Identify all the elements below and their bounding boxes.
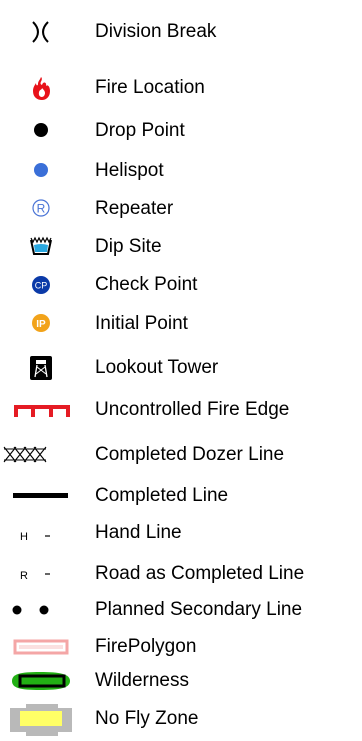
no-fly-zone-icon: [0, 702, 90, 736]
legend-label: Planned Secondary Line: [95, 599, 303, 620]
legend-label: Uncontrolled Fire Edge: [95, 399, 290, 420]
legend-item-drop-point: Drop Point: [0, 116, 362, 146]
initial-point-icon: IP: [0, 309, 90, 339]
legend-label: Repeater: [95, 198, 174, 219]
legend-label: Drop Point: [95, 120, 185, 141]
legend-label: Dip Site: [95, 236, 162, 257]
legend-item-fire-polygon: FirePolygon: [0, 632, 362, 662]
division-break-icon: [0, 17, 90, 47]
legend-label: FirePolygon: [95, 636, 197, 657]
wilderness-icon: [0, 666, 90, 696]
uncontrolled-fire-edge-icon: [0, 395, 90, 425]
legend-item-dip-site: Dip Site: [0, 232, 362, 262]
drop-point-icon: [0, 116, 90, 146]
legend-label: Completed Dozer Line: [95, 444, 285, 465]
completed-line-icon: [0, 481, 90, 511]
check-point-icon: CP: [0, 270, 90, 300]
legend-item-initial-point: IP Initial Point: [0, 309, 362, 339]
svg-text:R: R: [20, 570, 28, 582]
svg-text:IP: IP: [36, 319, 46, 330]
helispot-icon: [0, 156, 90, 186]
map-legend: Division Break Fire Location Drop Point …: [0, 0, 362, 741]
legend-item-no-fly-zone: No Fly Zone: [0, 702, 362, 736]
legend-label: Helispot: [95, 160, 164, 181]
legend-item-wilderness: Wilderness: [0, 666, 362, 696]
legend-label: Initial Point: [95, 313, 188, 334]
legend-label: No Fly Zone: [95, 708, 199, 729]
legend-item-road-completed-line: R Road as Completed Line: [0, 559, 362, 589]
completed-dozer-line-icon: [0, 440, 90, 470]
legend-label: Check Point: [95, 274, 198, 295]
road-completed-line-icon: R: [0, 559, 90, 589]
lookout-tower-icon: [0, 353, 90, 383]
legend-label: Hand Line: [95, 522, 182, 543]
legend-label: Fire Location: [95, 77, 205, 98]
legend-item-planned-secondary-line: Planned Secondary Line: [0, 595, 362, 625]
svg-text:R: R: [37, 202, 46, 216]
repeater-icon: R: [0, 194, 90, 224]
legend-item-fire-location: Fire Location: [0, 73, 362, 103]
planned-secondary-line-icon: [0, 595, 90, 625]
legend-item-uncontrolled-fire-edge: Uncontrolled Fire Edge: [0, 395, 362, 425]
legend-item-check-point: CP Check Point: [0, 270, 362, 300]
legend-item-completed-dozer-line: Completed Dozer Line: [0, 440, 362, 470]
legend-label: Completed Line: [95, 485, 229, 506]
legend-label: Road as Completed Line: [95, 563, 305, 584]
legend-label: Wilderness: [95, 670, 189, 691]
hand-line-icon: H: [0, 518, 90, 548]
svg-text:H: H: [20, 531, 28, 543]
dip-site-icon: [0, 232, 90, 262]
legend-item-division-break: Division Break: [0, 17, 362, 47]
legend-label: Division Break: [95, 21, 217, 42]
legend-item-lookout-tower: Lookout Tower: [0, 353, 362, 383]
legend-item-hand-line: H Hand Line: [0, 518, 362, 548]
legend-label: Lookout Tower: [95, 357, 219, 378]
legend-item-completed-line: Completed Line: [0, 481, 362, 511]
fire-icon: [0, 73, 90, 103]
svg-text:CP: CP: [35, 281, 48, 291]
legend-item-repeater: R Repeater: [0, 194, 362, 224]
fire-polygon-icon: [0, 632, 90, 662]
legend-item-helispot: Helispot: [0, 156, 362, 186]
